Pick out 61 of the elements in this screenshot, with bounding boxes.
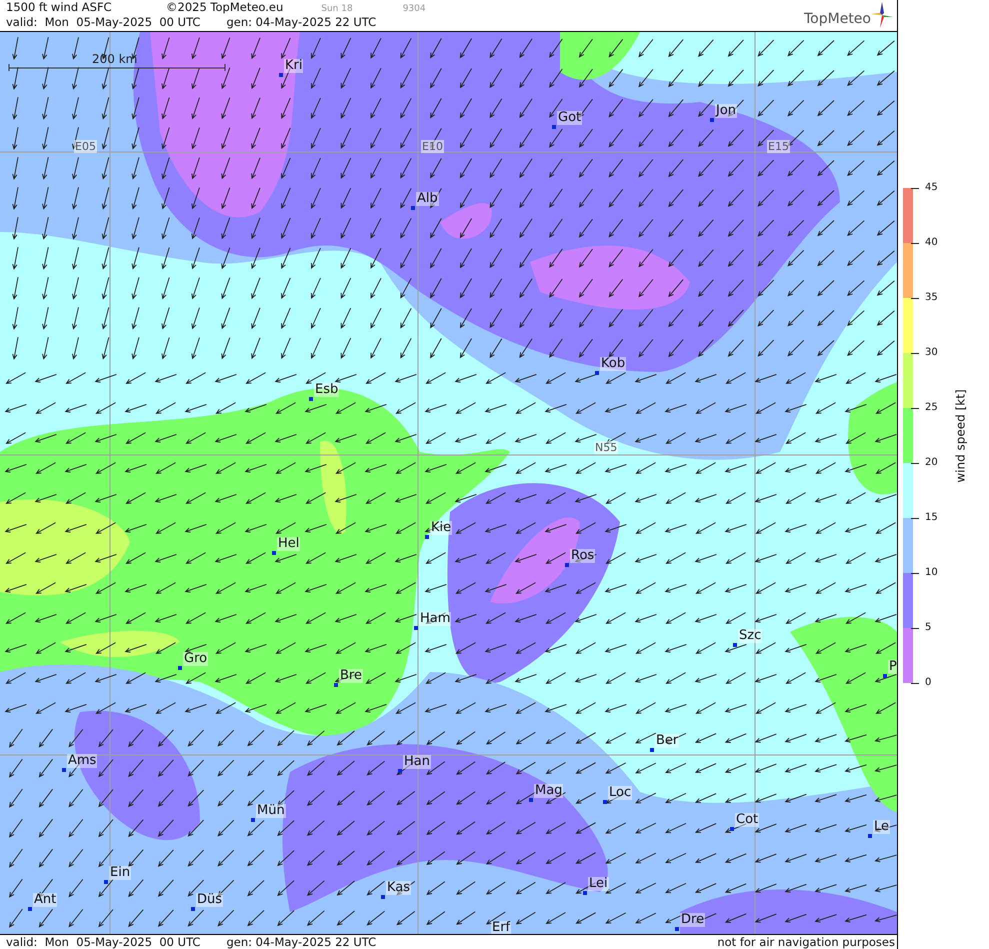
- tick-label: 5: [925, 622, 932, 634]
- tick-mark: [911, 352, 919, 354]
- legend-title: wind speed [kt]: [954, 388, 968, 482]
- copyright-text: ©2025 TopMeteo.eu: [166, 0, 284, 14]
- grid-label: E05: [74, 140, 97, 153]
- tick-label: 40: [925, 237, 938, 249]
- grid-label: N55: [594, 440, 618, 454]
- sun-info: Sun 18: [321, 4, 353, 14]
- generated-time: gen: 04-May-2025 22 UTC: [226, 15, 376, 30]
- city-label: Dre: [680, 912, 706, 927]
- tick-label: 30: [925, 347, 938, 359]
- city-label: Kas: [386, 880, 412, 895]
- city-label: Ant: [33, 892, 58, 907]
- city-label: Han: [403, 754, 431, 769]
- city-label: Got: [557, 110, 582, 125]
- city-label: Kri: [284, 58, 304, 73]
- city-label: Esb: [314, 382, 340, 397]
- tick-label: 25: [925, 402, 938, 414]
- city-label: Gro: [183, 652, 208, 666]
- tick-label: 15: [925, 512, 938, 524]
- tick-mark: [911, 682, 919, 684]
- city-label: Lei: [588, 876, 609, 891]
- tick-mark: [911, 462, 919, 464]
- grid-label: E10: [421, 140, 444, 153]
- city-label: Mün: [256, 804, 286, 818]
- city-label: Bre: [339, 668, 363, 683]
- valid-time: valid: Mon 05-May-2025 00 UTC: [6, 15, 200, 30]
- city-label: Erf: [491, 920, 512, 934]
- scale-label: 200 km: [92, 52, 138, 66]
- city-label: Cot: [735, 812, 760, 827]
- tick-mark: [911, 242, 919, 244]
- city-label: Hel: [277, 536, 300, 551]
- city-label: Ham: [419, 612, 452, 626]
- tick-label: 20: [925, 457, 938, 469]
- compass-star-icon: [871, 2, 893, 28]
- city-label: Ams: [67, 754, 98, 768]
- city-label: Mag: [534, 784, 564, 798]
- tick-mark: [911, 572, 919, 574]
- disclaimer-text: not for air navigation purposes: [717, 935, 895, 949]
- city-label: Jon: [715, 104, 738, 118]
- tick-label: 10: [925, 567, 938, 579]
- city-label: Ros: [570, 548, 596, 563]
- city-label: Kie: [430, 520, 452, 535]
- city-label: Szc: [738, 628, 762, 643]
- code-number: 9304: [402, 4, 426, 14]
- valid-time: valid: Mon 05-May-2025 00 UTC: [6, 935, 200, 949]
- city-label: Le: [873, 820, 890, 834]
- city-label: Düs: [196, 892, 224, 907]
- generated-time: gen: 04-May-2025 22 UTC: [226, 935, 376, 949]
- city-label: Loc: [608, 786, 632, 800]
- tick-label: 35: [925, 292, 938, 304]
- logo-text: TopMeteo: [804, 11, 871, 27]
- city-label: Kob: [600, 356, 626, 371]
- tick-label: 45: [925, 182, 938, 194]
- city-label: Ber: [655, 734, 680, 748]
- chart-title: 1500 ft wind ASFC: [6, 0, 113, 14]
- grid-label: E15: [767, 140, 790, 153]
- city-label: Ein: [109, 866, 132, 880]
- tick-label: 0: [925, 677, 932, 689]
- city-label: P: [888, 660, 897, 674]
- city-label: Alb: [416, 192, 439, 206]
